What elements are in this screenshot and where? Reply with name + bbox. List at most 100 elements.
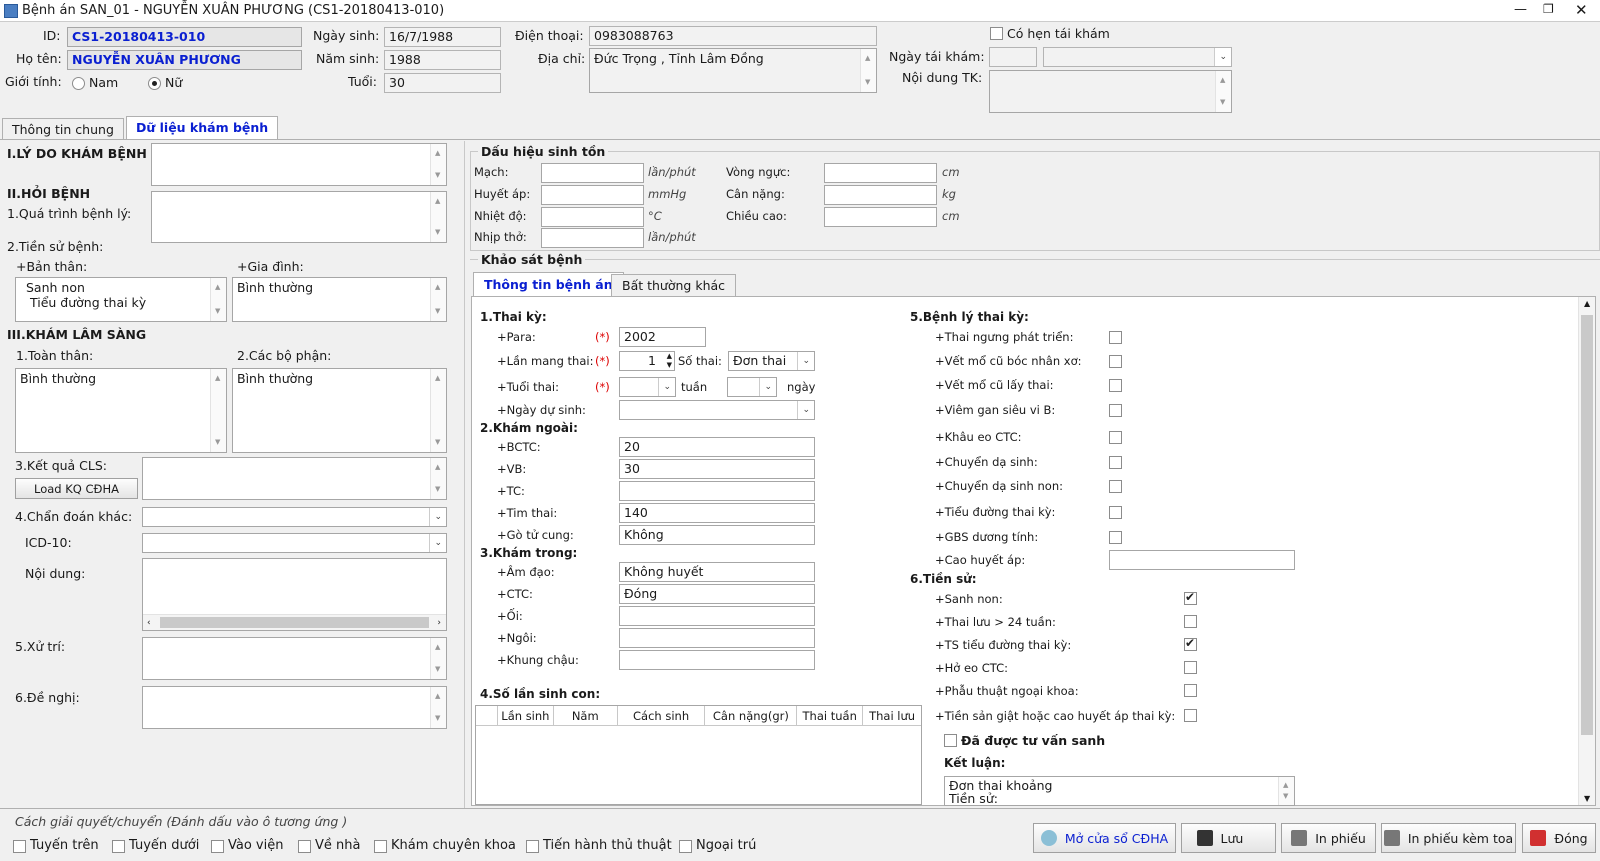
- minimize-icon[interactable]: —: [1514, 2, 1527, 17]
- diag-select[interactable]: ⌄: [142, 507, 447, 527]
- process-field[interactable]: [151, 191, 447, 243]
- path-item-checkbox[interactable]: [1109, 331, 1122, 344]
- name-field[interactable]: NGUYỄN XUÂN PHƯƠNG: [67, 50, 302, 70]
- hbp-field[interactable]: [1109, 550, 1295, 570]
- followup-content-field[interactable]: [989, 70, 1232, 113]
- self-history-field[interactable]: Sanh non Tiểu đường thai kỳ: [15, 277, 227, 322]
- open-cdha-button[interactable]: Mở cửa sổ CĐHA: [1033, 823, 1176, 853]
- path-item-checkbox[interactable]: [1109, 506, 1122, 519]
- disposition-checkbox[interactable]: [211, 840, 224, 853]
- family-history-field[interactable]: Bình thường: [232, 277, 447, 322]
- path-item-checkbox[interactable]: [1109, 456, 1122, 469]
- hist-item-checkbox[interactable]: [1184, 709, 1197, 722]
- consult-checkbox[interactable]: [944, 734, 957, 747]
- bp-field[interactable]: [541, 185, 644, 205]
- vb-field[interactable]: 30: [619, 459, 815, 479]
- suggest-field[interactable]: [142, 686, 447, 729]
- followup-date-field[interactable]: [989, 47, 1037, 67]
- parts-field[interactable]: Bình thường: [232, 368, 447, 453]
- load-cdha-button[interactable]: Load KQ CĐHA: [15, 478, 138, 499]
- path-item-checkbox[interactable]: [1109, 431, 1122, 444]
- tc-field[interactable]: [619, 481, 815, 501]
- ctc-field[interactable]: Đóng: [619, 584, 815, 604]
- due-select[interactable]: ⌄: [619, 400, 815, 420]
- path-item-checkbox[interactable]: [1109, 355, 1122, 368]
- tab-exam-data[interactable]: Dữ liệu khám bệnh: [126, 116, 279, 140]
- age-field[interactable]: 30: [384, 73, 501, 93]
- scroll-down-icon[interactable]: ▼: [1584, 794, 1590, 803]
- pulse-field[interactable]: [541, 163, 644, 183]
- chest-field[interactable]: [824, 163, 937, 183]
- col-header[interactable]: Năm: [554, 706, 618, 725]
- oi-field[interactable]: [619, 606, 815, 626]
- heart-field[interactable]: 140: [619, 503, 815, 523]
- conclusion-field[interactable]: Đơn thai khoảng Tiền sử:: [944, 776, 1295, 806]
- path-item-checkbox[interactable]: [1109, 404, 1122, 417]
- scroll-up-icon[interactable]: ▲: [1584, 299, 1590, 308]
- bctc-field[interactable]: 20: [619, 437, 815, 457]
- resp-field[interactable]: [541, 228, 644, 248]
- disposition-checkbox[interactable]: [374, 840, 387, 853]
- col-header[interactable]: Thai tuần: [797, 706, 864, 725]
- uterus-field[interactable]: Không: [619, 525, 815, 545]
- path-item-checkbox[interactable]: [1109, 379, 1122, 392]
- col-header[interactable]: Thai lưu: [863, 706, 921, 725]
- horizontal-scrollbar[interactable]: ‹ ›: [143, 614, 446, 630]
- count-select[interactable]: Đơn thai ⌄: [728, 351, 815, 371]
- cls-field[interactable]: [142, 457, 447, 500]
- reason-field[interactable]: [151, 143, 447, 186]
- hist-item-checkbox[interactable]: [1184, 590, 1197, 605]
- male-radio[interactable]: [72, 77, 85, 90]
- scroll-thumb[interactable]: [160, 617, 429, 628]
- female-radio[interactable]: [148, 77, 161, 90]
- id-field[interactable]: CS1-20180413-010: [67, 27, 302, 47]
- tab-general-info[interactable]: Thông tin chung: [2, 118, 124, 140]
- disposition-checkbox[interactable]: [679, 840, 692, 853]
- col-header[interactable]: Cách sinh: [618, 706, 706, 725]
- hist-item-checkbox[interactable]: [1184, 636, 1197, 651]
- icd-select[interactable]: ⌄: [142, 533, 447, 553]
- vag-field[interactable]: Không huyết: [619, 562, 815, 582]
- col-header[interactable]: Lần sinh: [498, 706, 554, 725]
- pelvis-field[interactable]: [619, 650, 815, 670]
- pos-field[interactable]: [619, 628, 815, 648]
- stepper-arrows-icon[interactable]: ▲ ▼: [667, 352, 672, 370]
- save-button[interactable]: Lưu: [1181, 823, 1276, 853]
- path-item-checkbox[interactable]: [1109, 531, 1122, 544]
- hist-item-checkbox[interactable]: [1184, 661, 1197, 674]
- dob-field[interactable]: 16/7/1988: [384, 27, 501, 47]
- day-select[interactable]: ⌄: [727, 377, 777, 397]
- address-field[interactable]: Đức Trọng , Tỉnh Lâm Đồng: [589, 48, 877, 93]
- disposition-checkbox[interactable]: [298, 840, 311, 853]
- close-button[interactable]: Đóng: [1522, 823, 1596, 853]
- hist-item-checkbox[interactable]: [1184, 615, 1197, 628]
- close-icon[interactable]: ✕: [1575, 1, 1588, 19]
- scroll-left-icon[interactable]: ‹: [147, 616, 151, 630]
- times-stepper[interactable]: 1 ▲ ▼: [619, 351, 675, 371]
- yob-field[interactable]: 1988: [384, 50, 501, 70]
- followup-checkbox[interactable]: [990, 27, 1003, 40]
- hist-item-checkbox[interactable]: [1184, 684, 1197, 697]
- scroll-thumb[interactable]: [1581, 315, 1593, 735]
- disposition-checkbox[interactable]: [112, 840, 125, 853]
- height-field[interactable]: [824, 207, 937, 227]
- followup-type-select[interactable]: ⌄: [1043, 47, 1232, 67]
- col-header[interactable]: Cân nặng(gr): [705, 706, 798, 725]
- disposition-checkbox[interactable]: [526, 840, 539, 853]
- content-field[interactable]: ‹ ›: [142, 558, 447, 631]
- vertical-scrollbar[interactable]: ▲ ▼: [1578, 297, 1595, 805]
- weight-field[interactable]: [824, 185, 937, 205]
- print-button[interactable]: In phiếu: [1281, 823, 1376, 853]
- phone-field[interactable]: 0983088763: [589, 26, 877, 46]
- general-field[interactable]: Bình thường: [15, 368, 227, 453]
- week-select[interactable]: ⌄: [619, 377, 676, 397]
- print-with-prescription-button[interactable]: In phiếu kèm toa: [1381, 823, 1516, 853]
- temp-field[interactable]: [541, 207, 644, 227]
- path-item-checkbox[interactable]: [1109, 480, 1122, 493]
- births-table[interactable]: Lần sinh Năm Cách sinh Cân nặng(gr) Thai…: [475, 705, 922, 805]
- tab-other-abnormal[interactable]: Bất thường khác: [611, 274, 737, 296]
- scroll-right-icon[interactable]: ›: [437, 616, 441, 630]
- treat-field[interactable]: [142, 637, 447, 680]
- restore-icon[interactable]: ❐: [1543, 2, 1554, 16]
- para-field[interactable]: 2002: [619, 327, 706, 347]
